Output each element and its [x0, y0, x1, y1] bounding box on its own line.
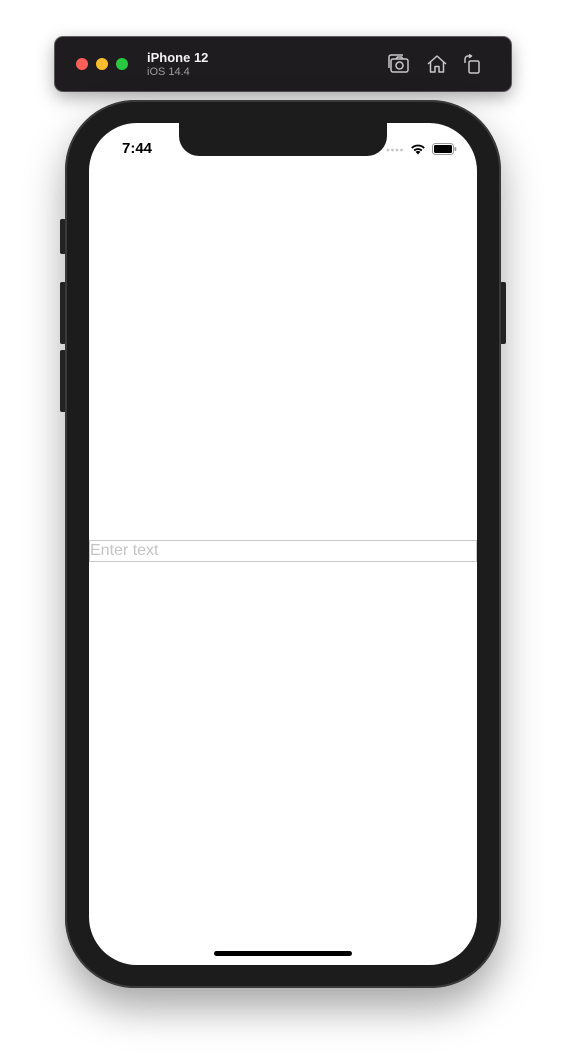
home-indicator[interactable] — [214, 951, 352, 956]
device-screen: 7:44 — [89, 123, 477, 965]
screenshot-button[interactable] — [386, 51, 412, 77]
home-button[interactable] — [424, 51, 450, 77]
rotate-button[interactable] — [460, 51, 486, 77]
notch — [179, 123, 387, 156]
simulator-title-bar: iPhone 12 iOS 14.4 — [55, 37, 511, 91]
home-icon — [427, 55, 447, 73]
os-version: iOS 14.4 — [147, 66, 190, 78]
text-input[interactable] — [89, 540, 477, 562]
wifi-icon — [411, 144, 425, 155]
rotate-icon — [464, 54, 480, 74]
battery-icon — [432, 143, 457, 155]
cellular-signal-icon — [386, 148, 403, 152]
maximize-window-button[interactable] — [116, 58, 128, 70]
status-icons — [386, 142, 457, 156]
minimize-window-button[interactable] — [96, 58, 108, 70]
device-name: iPhone 12 — [147, 50, 209, 65]
screenshot-icon — [388, 54, 409, 73]
close-window-button[interactable] — [76, 58, 88, 70]
status-time: 7:44 — [122, 140, 153, 157]
